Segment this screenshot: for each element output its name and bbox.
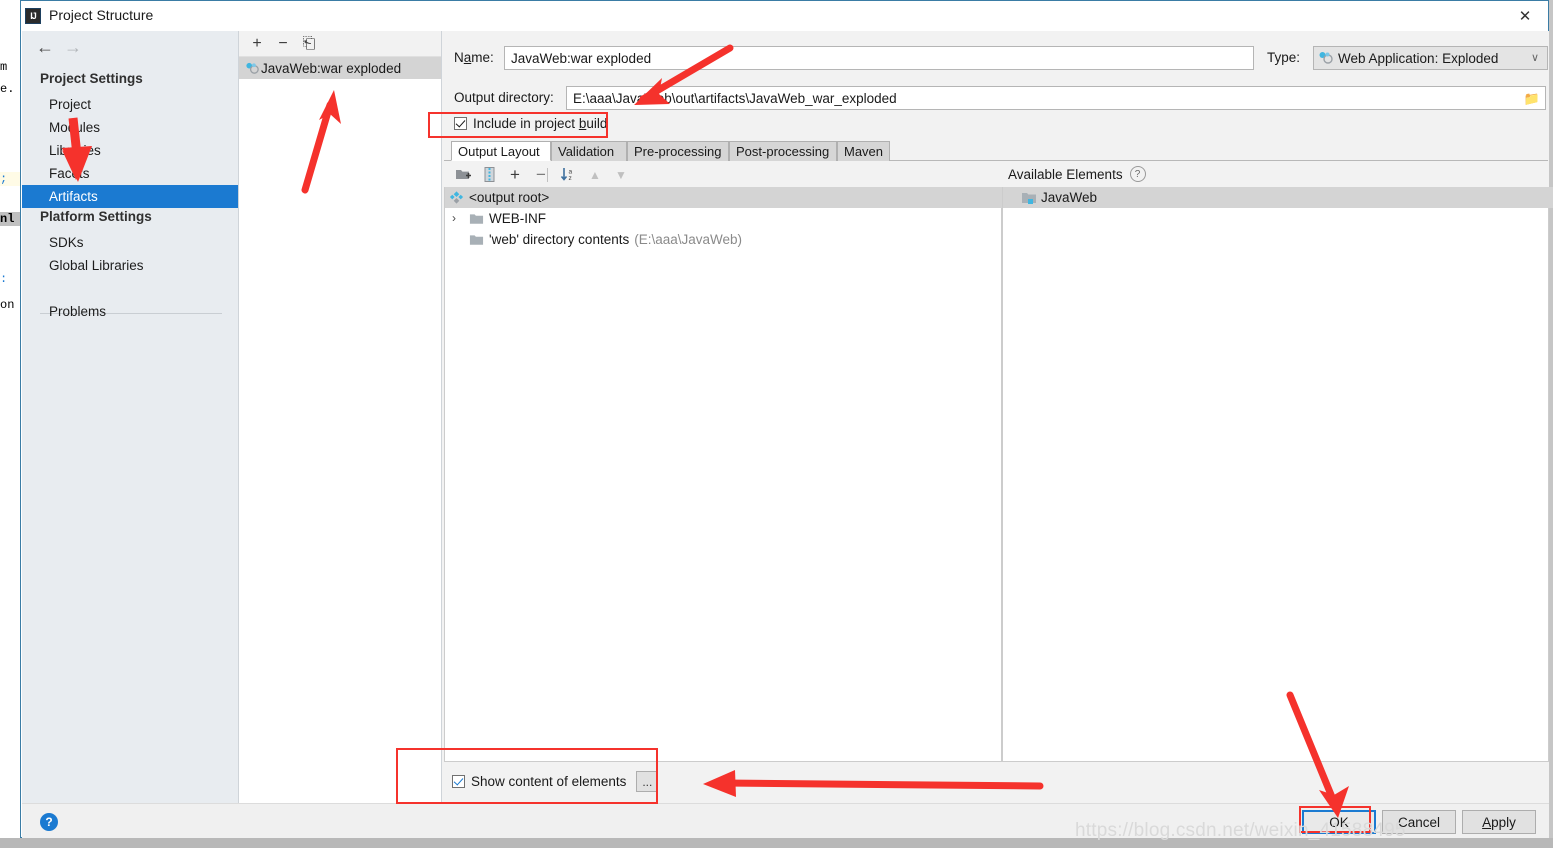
ok-button[interactable]: OK: [1302, 810, 1376, 834]
artifact-tabs: Output Layout Validation Pre-processing …: [444, 141, 1548, 161]
back-arrow-icon[interactable]: ←: [36, 38, 54, 56]
sidebar-item-sdks[interactable]: SDKs: [22, 231, 238, 254]
cancel-button[interactable]: Cancel: [1382, 810, 1456, 834]
background-code-fragment: on: [0, 298, 15, 312]
background-right-edge: [1549, 0, 1553, 848]
tree-row[interactable]: <output root>: [445, 187, 1005, 208]
project-structure-dialog: IJ Project Structure ✕ ← → Project Setti…: [20, 0, 1553, 838]
dialog-titlebar: IJ Project Structure ✕: [21, 1, 1548, 31]
artifact-editor-panel: Name: JavaWeb:war exploded Type: Web App…: [442, 31, 1553, 803]
name-label: Name:: [454, 50, 494, 65]
svg-text:z: z: [569, 175, 572, 182]
tree-row-label: WEB-INF: [489, 211, 546, 226]
type-label: Type:: [1267, 50, 1301, 65]
sidebar-nav: ← →: [22, 31, 238, 63]
tab-pre-processing[interactable]: Pre-processing: [627, 141, 729, 161]
artifact-name-value: JavaWeb:war exploded: [511, 50, 652, 66]
artifacts-list-panel: + − ⎗ JavaWeb:war exploded: [239, 31, 442, 803]
tree-row-detail: (E:\aaa\JavaWeb): [634, 232, 743, 247]
background-code-fragment: e.: [0, 82, 15, 96]
show-content-of-elements-checkbox[interactable]: Show content of elements ...: [452, 771, 659, 792]
tree-row-label: 'web' directory contents: [489, 232, 630, 247]
output-layout-toolbar: + − a z ▲ ▼: [444, 161, 1002, 187]
available-elements-tree: JavaWeb: [1002, 187, 1553, 762]
background-code-fragment: nl: [0, 212, 20, 226]
tree-row[interactable]: 'web' directory contents (E:\aaa\JavaWeb…: [445, 229, 1025, 250]
remove-artifact-icon[interactable]: −: [273, 34, 293, 54]
output-root-icon: [449, 191, 464, 204]
intellij-idea-icon: IJ: [25, 8, 41, 24]
folder-browse-icon[interactable]: 📁: [1523, 90, 1541, 108]
output-directory-label: Output directory:: [454, 90, 554, 105]
artifact-name-input[interactable]: JavaWeb:war exploded: [504, 46, 1254, 70]
module-folder-icon: [1022, 192, 1036, 204]
sidebar-item-global-libraries[interactable]: Global Libraries: [22, 254, 238, 277]
settings-sidebar: ← → Project Settings Project Modules Lib…: [22, 31, 239, 803]
artifact-icon: [246, 62, 259, 74]
background-code-fragment: m: [0, 60, 8, 74]
help-icon[interactable]: ?: [40, 813, 58, 831]
sidebar-item-problems[interactable]: Problems: [22, 300, 238, 323]
remove-minus-icon[interactable]: −: [530, 165, 552, 184]
artifact-icon: [1319, 52, 1333, 64]
copy-artifact-icon[interactable]: ⎗: [299, 34, 319, 54]
folder-icon: [469, 234, 484, 245]
checkbox-box: [454, 117, 467, 130]
artifact-type-select[interactable]: Web Application: Exploded ∨: [1313, 46, 1548, 70]
background-window-strip: [0, 0, 22, 848]
background-code-fragment: ;: [0, 172, 20, 186]
add-directory-icon[interactable]: [452, 165, 474, 184]
sidebar-item-modules[interactable]: Modules: [22, 116, 238, 139]
move-up-icon[interactable]: ▲: [584, 165, 606, 184]
add-plus-icon[interactable]: +: [504, 165, 526, 184]
tab-validation[interactable]: Validation: [551, 141, 627, 161]
include-in-project-build-checkbox[interactable]: Include in project build: [454, 116, 607, 131]
folder-icon: [469, 213, 484, 224]
artifact-list-item-label: JavaWeb:war exploded: [261, 60, 402, 76]
add-archive-icon[interactable]: [478, 165, 500, 184]
dialog-title: Project Structure: [49, 7, 154, 23]
help-icon[interactable]: ?: [1129, 166, 1146, 182]
sidebar-group-platform-settings: Platform Settings: [40, 209, 152, 224]
sidebar-item-libraries[interactable]: Libraries: [22, 139, 238, 162]
toolbar-separator: [547, 168, 548, 182]
screenshot-root: m e. ; nl : on IJ Project Structure ✕ ← …: [0, 0, 1553, 848]
tab-maven[interactable]: Maven: [837, 141, 890, 161]
tree-row[interactable]: › WEB-INF: [445, 208, 1025, 229]
sidebar-group-project-settings: Project Settings: [40, 71, 143, 86]
apply-button[interactable]: Apply: [1462, 810, 1536, 834]
background-taskbar-strip: [0, 838, 1553, 848]
include-in-project-build-label: Include in project build: [473, 116, 608, 131]
artifact-list-item[interactable]: JavaWeb:war exploded: [239, 57, 441, 79]
available-elements-header: Available Elements ?: [1002, 161, 1549, 187]
tab-post-processing[interactable]: Post-processing: [729, 141, 837, 161]
artifacts-toolbar: + − ⎗: [239, 31, 441, 57]
available-elements-label: Available Elements: [1008, 166, 1123, 182]
chevron-down-icon: ∨: [1530, 52, 1539, 64]
artifact-type-value: Web Application: Exploded: [1338, 50, 1499, 66]
output-layout-tree: <output root> › WEB-INF 'web' directory …: [444, 187, 1005, 762]
tree-row-label: <output root>: [469, 190, 550, 205]
list-item-label: JavaWeb: [1041, 190, 1098, 205]
sort-alpha-icon[interactable]: a z: [558, 165, 580, 184]
sidebar-item-facets[interactable]: Facets: [22, 162, 238, 185]
checkbox-box: [452, 775, 465, 788]
sidebar-item-project[interactable]: Project: [22, 93, 238, 116]
move-down-icon[interactable]: ▼: [610, 165, 632, 184]
tree-twisty-icon[interactable]: ›: [452, 211, 456, 225]
background-code-fragment: :: [0, 272, 8, 286]
output-directory-input[interactable]: E:\aaa\JavaWeb\out\artifacts\JavaWeb_war…: [566, 86, 1546, 110]
sidebar-item-artifacts[interactable]: Artifacts: [22, 185, 238, 208]
output-directory-value: E:\aaa\JavaWeb\out\artifacts\JavaWeb_war…: [573, 90, 897, 106]
show-content-of-elements-label: Show content of elements: [471, 774, 627, 789]
dialog-footer: ? OK Cancel Apply: [22, 803, 1549, 838]
show-content-options-button[interactable]: ...: [636, 771, 659, 792]
forward-arrow-icon[interactable]: →: [64, 38, 82, 56]
tab-output-layout[interactable]: Output Layout: [451, 141, 551, 161]
list-item[interactable]: JavaWeb: [1003, 187, 1553, 208]
add-artifact-icon[interactable]: +: [247, 34, 267, 54]
close-icon[interactable]: ✕: [1502, 1, 1548, 31]
